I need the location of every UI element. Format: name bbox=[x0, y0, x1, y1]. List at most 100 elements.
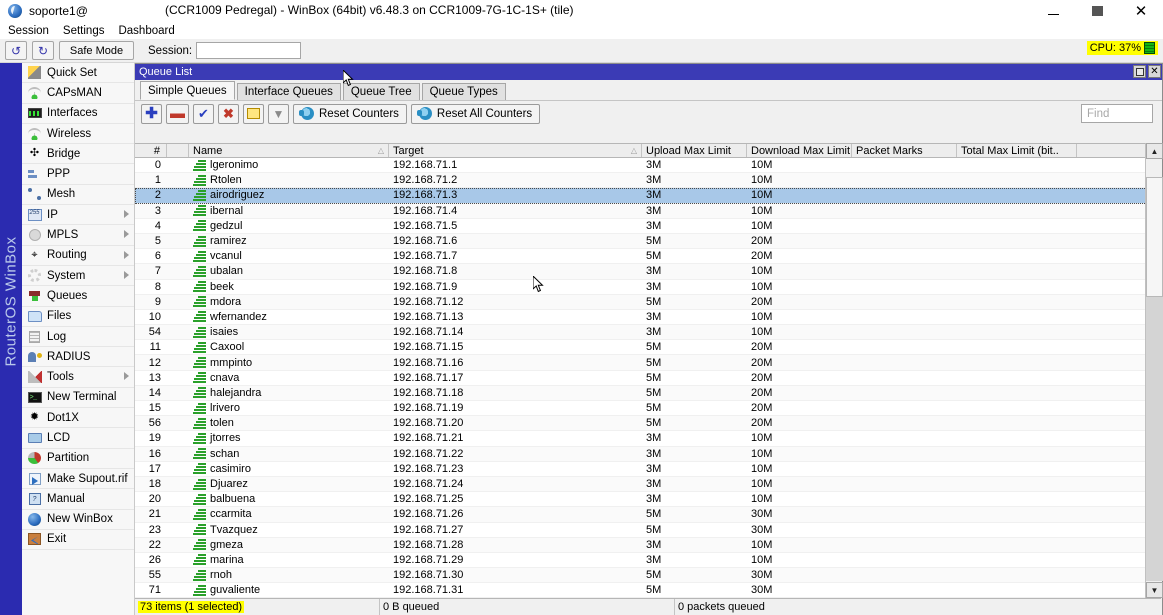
cell-num: 4 bbox=[135, 219, 167, 233]
table-row[interactable]: 71guvaliente192.168.71.315M30M bbox=[135, 583, 1161, 598]
bridge-icon: ✣ bbox=[27, 147, 42, 161]
table-row[interactable]: 8beek192.168.71.93M10M bbox=[135, 280, 1161, 295]
table-row[interactable]: 0lgeronimo192.168.71.13M10M bbox=[135, 158, 1161, 173]
sidebar-item-make-supout[interactable]: Make Supout.rif bbox=[22, 469, 134, 489]
column-header-num[interactable]: # bbox=[135, 144, 167, 157]
disable-button[interactable]: ✖ bbox=[218, 104, 239, 124]
safe-mode-button[interactable]: Safe Mode bbox=[59, 41, 134, 60]
table-row[interactable]: 11Caxool192.168.71.155M20M bbox=[135, 340, 1161, 355]
tab-queue-types[interactable]: Queue Types bbox=[422, 83, 506, 100]
sidebar-item-new-terminal[interactable]: >_New Terminal bbox=[22, 388, 134, 408]
remove-button[interactable]: ▬ bbox=[166, 104, 189, 124]
close-icon[interactable]: ✕ bbox=[1148, 65, 1161, 78]
column-header-total-max-limit[interactable]: Total Max Limit (bit.. bbox=[957, 144, 1077, 157]
redo-button[interactable]: ↻ bbox=[32, 41, 54, 60]
column-header-packet-marks[interactable]: Packet Marks bbox=[852, 144, 957, 157]
undo-button[interactable]: ↺ bbox=[5, 41, 27, 60]
tab-queue-tree[interactable]: Queue Tree bbox=[343, 83, 420, 100]
table-row[interactable]: 15lrivero192.168.71.195M20M bbox=[135, 401, 1161, 416]
table-row[interactable]: 10wfernandez192.168.71.133M10M bbox=[135, 310, 1161, 325]
table-row[interactable]: 54isaies192.168.71.143M10M bbox=[135, 325, 1161, 340]
sidebar-item-queues[interactable]: Queues bbox=[22, 286, 134, 306]
table-row[interactable]: 1Rtolen192.168.71.23M10M bbox=[135, 173, 1161, 188]
close-icon[interactable]: ✕ bbox=[1119, 0, 1163, 22]
sidebar-item-quick-set[interactable]: Quick Set bbox=[22, 63, 134, 83]
table-row[interactable]: 13cnava192.168.71.175M20M bbox=[135, 371, 1161, 386]
sidebar-item-ppp[interactable]: PPP bbox=[22, 164, 134, 184]
table-row[interactable]: 26marina192.168.71.293M10M bbox=[135, 553, 1161, 568]
enable-button[interactable]: ✔ bbox=[193, 104, 214, 124]
sidebar-item-routing[interactable]: ⌖Routing bbox=[22, 246, 134, 266]
sidebar-item-partition[interactable]: Partition bbox=[22, 449, 134, 469]
table-row[interactable]: 56tolen192.168.71.205M20M bbox=[135, 416, 1161, 431]
table-row[interactable]: 21ccarmita192.168.71.265M30M bbox=[135, 507, 1161, 522]
table-row[interactable]: 55rnoh192.168.71.305M30M bbox=[135, 568, 1161, 583]
table-row[interactable]: 14halejandra192.168.71.185M20M bbox=[135, 386, 1161, 401]
sidebar-item-new-winbox[interactable]: New WinBox bbox=[22, 510, 134, 530]
scrollbar-thumb[interactable] bbox=[1146, 177, 1163, 297]
sidebar-item-log[interactable]: Log bbox=[22, 327, 134, 347]
table-row[interactable]: 12mmpinto192.168.71.165M20M bbox=[135, 355, 1161, 370]
sidebar-item-wireless[interactable]: Wireless bbox=[22, 124, 134, 144]
sidebar-item-capsman[interactable]: CAPsMAN bbox=[22, 83, 134, 103]
sidebar-item-mpls[interactable]: MPLS bbox=[22, 225, 134, 245]
menu-item-settings[interactable]: Settings bbox=[63, 25, 105, 37]
table-row[interactable]: 22gmeza192.168.71.283M10M bbox=[135, 538, 1161, 553]
sidebar-item-ip[interactable]: 255IP bbox=[22, 205, 134, 225]
sidebar-item-interfaces[interactable]: Interfaces bbox=[22, 104, 134, 124]
column-header-upload-max-limit[interactable]: Upload Max Limit bbox=[642, 144, 747, 157]
sidebar-item-dot1x[interactable]: ✹Dot1X bbox=[22, 408, 134, 428]
column-header-flag[interactable] bbox=[167, 144, 189, 157]
tab-interface-queues[interactable]: Interface Queues bbox=[237, 83, 341, 100]
sidebar-item-system[interactable]: System bbox=[22, 266, 134, 286]
cell-target: 192.168.71.19 bbox=[389, 401, 642, 415]
queue-list-titlebar[interactable]: Queue List ✕ bbox=[135, 64, 1162, 80]
column-header-download-max-limit[interactable]: Download Max Limit bbox=[747, 144, 852, 157]
restore-button[interactable] bbox=[1133, 65, 1146, 78]
scroll-up-button[interactable]: ▲ bbox=[1146, 143, 1163, 159]
session-input[interactable] bbox=[196, 42, 301, 59]
add-button[interactable]: ✚ bbox=[141, 104, 162, 124]
table-row[interactable]: 9mdora192.168.71.125M20M bbox=[135, 295, 1161, 310]
cell-upload-max-limit: 3M bbox=[642, 538, 747, 552]
table-row[interactable]: 20balbuena192.168.71.253M10M bbox=[135, 492, 1161, 507]
maximize-button[interactable] bbox=[1075, 0, 1119, 22]
reset-all-counters-button[interactable]: Reset All Counters bbox=[411, 104, 540, 124]
sidebar-item-bridge[interactable]: ✣Bridge bbox=[22, 144, 134, 164]
sidebar-item-lcd[interactable]: LCD bbox=[22, 428, 134, 448]
scroll-down-button[interactable]: ▼ bbox=[1146, 582, 1163, 598]
table-row[interactable]: 2airodriguez192.168.71.33M10M bbox=[135, 188, 1161, 203]
sidebar-item-files[interactable]: Files bbox=[22, 307, 134, 327]
table-row[interactable]: 7ubalan192.168.71.83M10M bbox=[135, 264, 1161, 279]
table-row[interactable]: 6vcanul192.168.71.75M20M bbox=[135, 249, 1161, 264]
main-toolbar: ↺ ↻ Safe Mode Session: CPU: 37% bbox=[0, 39, 1163, 63]
column-header-target-label: Target bbox=[393, 145, 424, 157]
reset-counters-button[interactable]: Reset Counters bbox=[293, 104, 407, 124]
sidebar-item-exit[interactable]: Exit bbox=[22, 530, 134, 550]
minimize-button[interactable] bbox=[1031, 0, 1075, 22]
table-row[interactable]: 5ramirez192.168.71.65M20M bbox=[135, 234, 1161, 249]
menu-item-dashboard[interactable]: Dashboard bbox=[118, 25, 174, 37]
column-header-name[interactable]: Name△ bbox=[189, 144, 389, 157]
scrollbar-track[interactable] bbox=[1146, 297, 1163, 581]
queue-icon bbox=[193, 281, 206, 292]
tab-simple-queues[interactable]: Simple Queues bbox=[140, 81, 235, 100]
filter-button[interactable]: ▼ bbox=[268, 104, 289, 124]
table-row[interactable]: 17casimiro192.168.71.233M10M bbox=[135, 462, 1161, 477]
sidebar-item-tools[interactable]: Tools bbox=[22, 367, 134, 387]
table-row[interactable]: 19jtorres192.168.71.213M10M bbox=[135, 431, 1161, 446]
table-vertical-scrollbar[interactable]: ▲ ▼ bbox=[1145, 143, 1162, 598]
menu-item-session[interactable]: Session bbox=[8, 25, 49, 37]
column-header-target[interactable]: Target△ bbox=[389, 144, 642, 157]
cell-packet-marks bbox=[852, 280, 957, 294]
table-row[interactable]: 4gedzul192.168.71.53M10M bbox=[135, 219, 1161, 234]
search-input[interactable]: Find bbox=[1081, 104, 1153, 123]
sidebar-item-manual[interactable]: ?Manual bbox=[22, 489, 134, 509]
table-row[interactable]: 18Djuarez192.168.71.243M10M bbox=[135, 477, 1161, 492]
table-row[interactable]: 23Tvazquez192.168.71.275M30M bbox=[135, 523, 1161, 538]
table-row[interactable]: 16schan192.168.71.223M10M bbox=[135, 447, 1161, 462]
comment-button[interactable] bbox=[243, 104, 264, 124]
sidebar-item-mesh[interactable]: Mesh bbox=[22, 185, 134, 205]
sidebar-item-radius[interactable]: RADIUS bbox=[22, 347, 134, 367]
table-row[interactable]: 3ibernal192.168.71.43M10M bbox=[135, 204, 1161, 219]
